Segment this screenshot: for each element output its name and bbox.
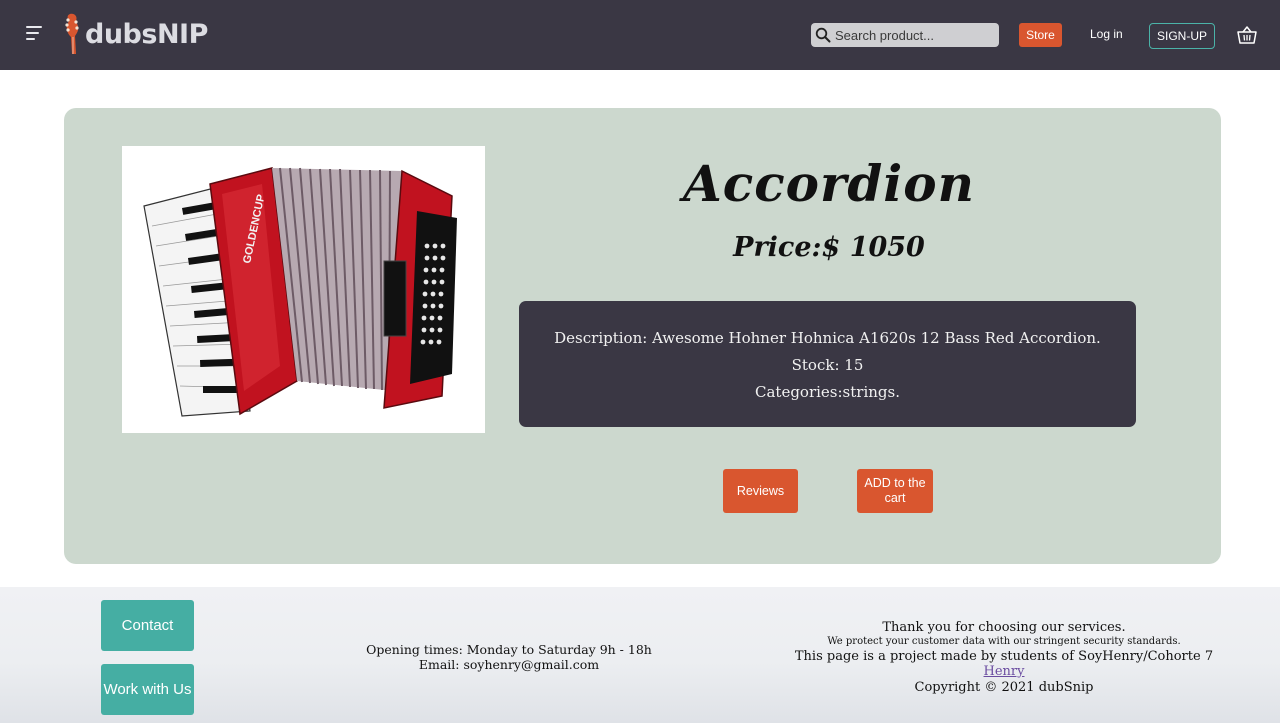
- search-icon: [815, 27, 831, 43]
- store-button[interactable]: Store: [1019, 23, 1062, 47]
- product-card: GOLDENCUP Accordion Price:$ 1050 Descrip…: [64, 108, 1221, 564]
- privacy-text: We protect your customer data with our s…: [827, 636, 1181, 647]
- opening-times: Opening times: Monday to Saturday 9h - 1…: [366, 642, 652, 657]
- product-price: Price:$ 1050: [733, 232, 925, 263]
- footer-contact-info: Opening times: Monday to Saturday 9h - 1…: [340, 642, 678, 672]
- product-title: Accordion: [682, 154, 976, 213]
- footer: Contact Work with Us Opening times: Mond…: [0, 587, 1280, 723]
- guitar-headstock-icon: [65, 13, 79, 54]
- contact-button[interactable]: Contact: [101, 600, 194, 651]
- navbar: dubsNIP Store Log in SIGN-UP: [0, 0, 1280, 70]
- thanks-text: Thank you for choosing our services.: [882, 620, 1126, 635]
- product-stock: Stock: 15: [791, 356, 864, 374]
- search-bar[interactable]: [811, 23, 999, 47]
- product-image: GOLDENCUP: [122, 146, 485, 433]
- product-categories: Categories:strings.: [755, 383, 900, 401]
- henry-link[interactable]: Henry: [770, 664, 1238, 679]
- hamburger-menu-icon[interactable]: [26, 26, 44, 44]
- project-text: This page is a project made by students …: [794, 649, 1214, 664]
- product-info-box: Description: Awesome Hohner Hohnica A162…: [519, 301, 1136, 427]
- login-link[interactable]: Log in: [1090, 27, 1123, 41]
- add-to-cart-button[interactable]: ADD to the cart: [857, 469, 933, 513]
- product-description: Description: Awesome Hohner Hohnica A162…: [554, 329, 1101, 347]
- logo[interactable]: dubsNIP: [64, 13, 208, 55]
- signup-button[interactable]: SIGN-UP: [1149, 23, 1215, 49]
- copyright-text: Copyright © 2021 dubSnip: [914, 680, 1094, 695]
- footer-email: Email: soyhenry@gmail.com: [418, 657, 600, 672]
- footer-about: Thank you for choosing our services. We …: [770, 621, 1238, 696]
- search-input[interactable]: [835, 27, 995, 43]
- work-with-us-button[interactable]: Work with Us: [101, 664, 194, 715]
- basket-icon[interactable]: [1236, 24, 1258, 46]
- reviews-button[interactable]: Reviews: [723, 469, 798, 513]
- logo-text: dubsNIP: [85, 18, 208, 50]
